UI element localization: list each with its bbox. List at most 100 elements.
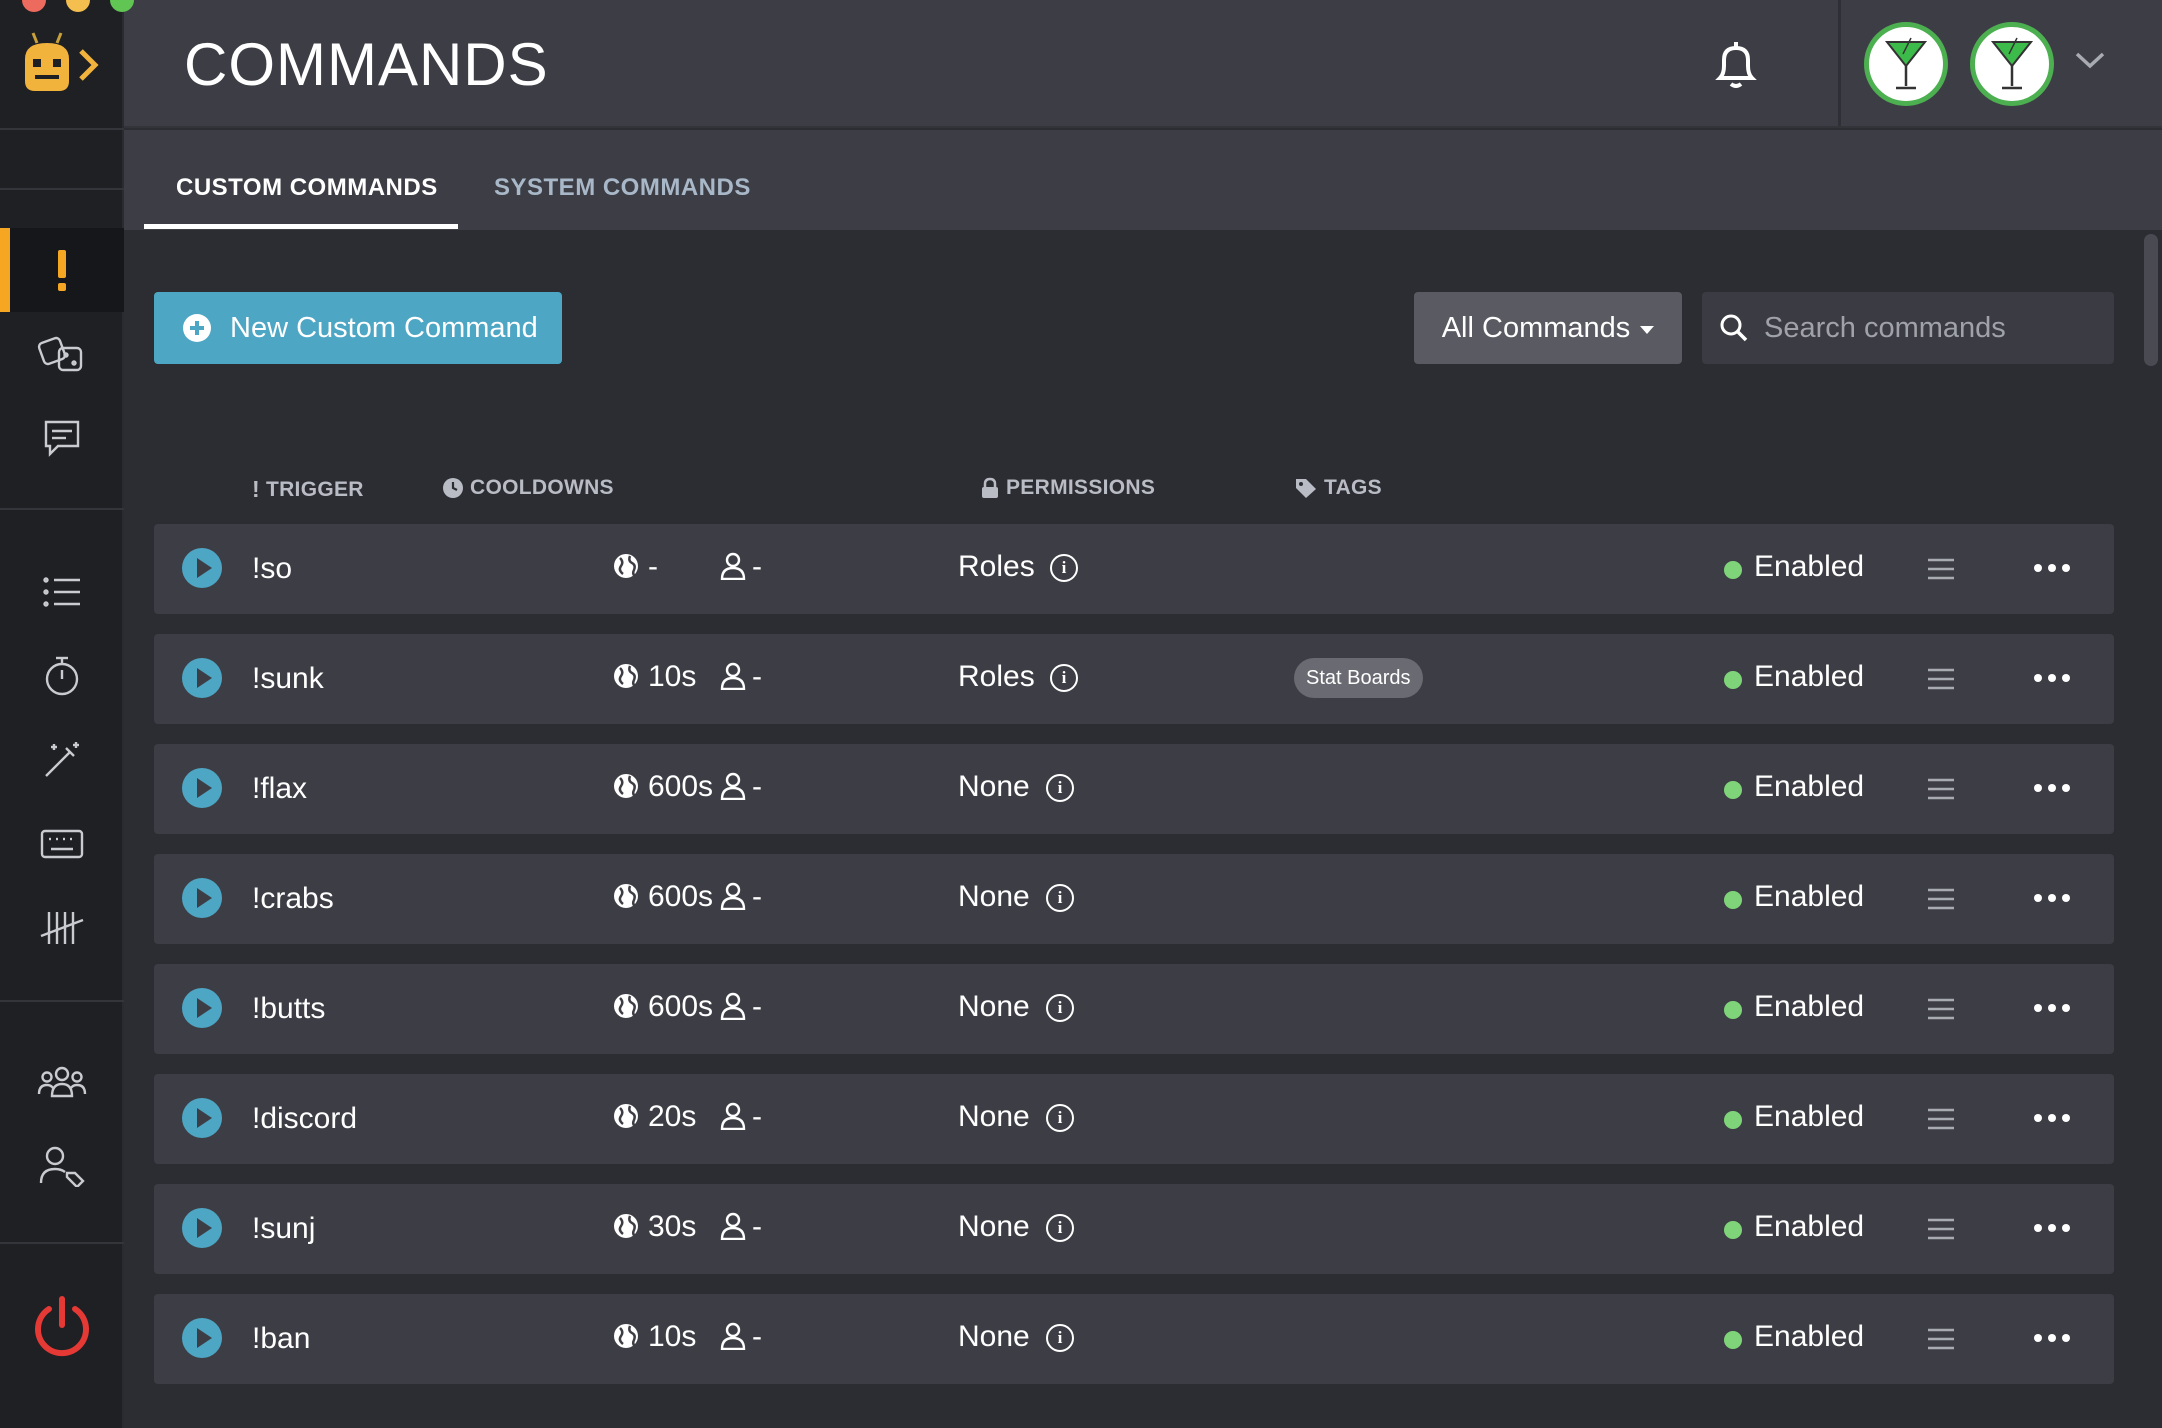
sidebar-item-viewers[interactable]: [0, 1040, 124, 1124]
sidebar-divider: [0, 508, 124, 510]
info-icon[interactable]: i: [1046, 994, 1074, 1022]
command-trigger: !butts: [252, 992, 326, 1025]
column-header-tags[interactable]: TAGS: [1294, 476, 1382, 500]
maximize-window-button[interactable]: [110, 0, 134, 12]
play-command-button[interactable]: [182, 1208, 222, 1248]
filter-dropdown[interactable]: All Commands: [1414, 292, 1682, 364]
info-icon[interactable]: i: [1046, 1214, 1074, 1242]
global-cooldown-value: 600s: [648, 770, 714, 803]
new-custom-command-label: New Custom Command: [230, 311, 538, 344]
drag-handle-icon[interactable]: [1926, 1327, 1956, 1356]
column-header-permissions[interactable]: PERMISSIONS: [980, 476, 1155, 500]
play-command-button[interactable]: [182, 1098, 222, 1138]
globe-icon: [612, 1212, 640, 1245]
more-options-icon[interactable]: [2034, 894, 2070, 902]
command-trigger: !flax: [252, 772, 308, 805]
play-command-button[interactable]: [182, 1318, 222, 1358]
play-command-button[interactable]: [182, 658, 222, 698]
table-row[interactable]: !sunj 30s - None i Enabled: [154, 1184, 2114, 1274]
sidebar-item-timers[interactable]: [0, 634, 124, 718]
command-trigger: !sunk: [252, 662, 324, 695]
tab-custom-commands[interactable]: CUSTOM COMMANDS: [176, 174, 438, 202]
table-row[interactable]: !ban 10s - None i Enabled: [154, 1294, 2114, 1384]
table-row[interactable]: !crabs 600s - None i Enabled: [154, 854, 2114, 944]
command-trigger: !sunj: [252, 1212, 316, 1245]
app-logo[interactable]: [0, 0, 124, 128]
bell-icon: [1715, 42, 1757, 88]
search-icon: [1720, 314, 1748, 342]
keyboard-icon: [40, 829, 84, 859]
drag-handle-icon[interactable]: [1926, 667, 1956, 696]
sidebar-item-counters[interactable]: [0, 886, 124, 970]
minimize-window-button[interactable]: [66, 0, 90, 12]
close-window-button[interactable]: [22, 0, 46, 12]
column-label: TRIGGER: [265, 477, 364, 501]
drag-handle-icon[interactable]: [1926, 557, 1956, 586]
drag-handle-icon[interactable]: [1926, 997, 1956, 1026]
info-icon[interactable]: i: [1050, 664, 1078, 692]
chat-icon: [44, 420, 80, 457]
info-icon[interactable]: i: [1050, 554, 1078, 582]
more-options-icon[interactable]: [2034, 1004, 2070, 1012]
column-header-cooldowns[interactable]: COOLDOWNS: [442, 476, 614, 500]
tab-bar: CUSTOM COMMANDS SYSTEM COMMANDS: [124, 130, 2162, 230]
table-row[interactable]: !so - - Roles i Enabled: [154, 524, 2114, 614]
drag-handle-icon[interactable]: [1926, 1217, 1956, 1246]
tab-system-commands[interactable]: SYSTEM COMMANDS: [494, 174, 751, 202]
list-icon: [43, 577, 80, 607]
power-button[interactable]: [0, 1242, 124, 1408]
timer-icon: [45, 656, 79, 696]
table-row[interactable]: !butts 600s - None i Enabled: [154, 964, 2114, 1054]
globe-icon: [612, 1322, 640, 1355]
column-header-trigger[interactable]: ! TRIGGER: [252, 476, 364, 503]
more-options-icon[interactable]: [2034, 674, 2070, 682]
drag-handle-icon[interactable]: [1926, 1107, 1956, 1136]
sidebar-item-effects[interactable]: [0, 718, 124, 802]
more-options-icon[interactable]: [2034, 1334, 2070, 1342]
sidebar-item-chat[interactable]: [0, 396, 124, 480]
sidebar-item-commands[interactable]: [0, 228, 124, 312]
app-window: COMMANDS CUSTOM COMMANDS SYSTEM COMMANDS…: [0, 0, 2162, 1428]
more-options-icon[interactable]: [2034, 564, 2070, 572]
column-label: TAGS: [1324, 476, 1382, 499]
info-icon[interactable]: i: [1046, 774, 1074, 802]
avatar[interactable]: [1970, 22, 2054, 106]
notifications-button[interactable]: [1712, 40, 1760, 97]
chevron-down-icon: [2075, 52, 2105, 69]
play-command-button[interactable]: [182, 988, 222, 1028]
table-row[interactable]: !discord 20s - None i Enabled: [154, 1074, 2114, 1164]
bot-logo-icon: [25, 32, 99, 91]
sidebar-item-hotkeys[interactable]: [0, 802, 124, 886]
user-icon: [720, 662, 746, 695]
new-custom-command-button[interactable]: New Custom Command: [154, 292, 562, 364]
sidebar-item-lists[interactable]: [0, 550, 124, 634]
globe-icon: [612, 772, 640, 805]
sidebar-item-roles[interactable]: [0, 1124, 124, 1208]
info-icon[interactable]: i: [1046, 1104, 1074, 1132]
martini-icon: [1990, 37, 2034, 90]
play-command-button[interactable]: [182, 878, 222, 918]
play-command-button[interactable]: [182, 548, 222, 588]
info-icon[interactable]: i: [1046, 884, 1074, 912]
scrollbar-thumb[interactable]: [2144, 234, 2158, 366]
more-options-icon[interactable]: [2034, 1224, 2070, 1232]
sidebar-item-games[interactable]: [0, 312, 124, 396]
user-cooldown-value: -: [752, 1100, 762, 1133]
tag-badge[interactable]: Stat Boards: [1294, 658, 1423, 698]
active-tab-indicator: [144, 224, 458, 229]
permission-value: None: [958, 880, 1030, 913]
play-command-button[interactable]: [182, 768, 222, 808]
drag-handle-icon[interactable]: [1926, 887, 1956, 916]
avatar[interactable]: [1864, 22, 1948, 106]
global-cooldown-value: 10s: [648, 660, 697, 693]
info-icon[interactable]: i: [1046, 1324, 1074, 1352]
more-options-icon[interactable]: [2034, 1114, 2070, 1122]
more-options-icon[interactable]: [2034, 784, 2070, 792]
search-input[interactable]: [1764, 311, 2104, 345]
column-label: COOLDOWNS: [470, 476, 614, 499]
table-row[interactable]: !sunk 10s - Roles i Stat Boards Enabled: [154, 634, 2114, 724]
table-row[interactable]: !flax 600s - None i Enabled: [154, 744, 2114, 834]
filter-dropdown-label: All Commands: [1441, 311, 1631, 344]
account-menu-toggle[interactable]: [2074, 50, 2106, 75]
drag-handle-icon[interactable]: [1926, 777, 1956, 806]
